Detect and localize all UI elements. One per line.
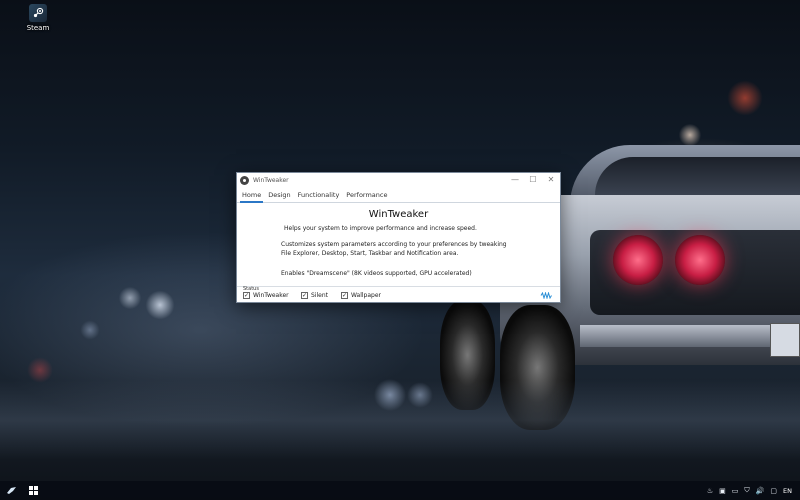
checkbox-silent-label: Silent — [311, 292, 328, 299]
tab-design[interactable]: Design — [265, 191, 293, 202]
checkbox-wintweaker-label: WinTweaker — [253, 292, 289, 299]
wintweaker-window: WinTweaker — ☐ ✕ Home Design Functionali… — [236, 172, 561, 303]
tab-home[interactable]: Home — [239, 191, 264, 203]
description-line-2: File Explorer, Desktop, Start, Taskbar a… — [281, 250, 459, 257]
start-button[interactable] — [22, 481, 44, 500]
wallpaper-mist — [0, 380, 800, 460]
close-button[interactable]: ✕ — [542, 173, 560, 187]
volume-icon[interactable]: 🔊 — [756, 487, 765, 495]
taskbar: ♨ ▣ ▭ ⛉ 🔊 ▢ EN — [0, 481, 800, 500]
bird-icon — [6, 487, 16, 494]
maximize-button[interactable]: ☐ — [524, 173, 542, 187]
tab-bar: Home Design Functionality Performance — [237, 187, 560, 203]
language-indicator[interactable]: EN — [783, 487, 792, 495]
checkbox-silent[interactable]: ✓ Silent — [301, 292, 328, 299]
tray-app-icon[interactable] — [0, 481, 22, 500]
checkbox-wallpaper[interactable]: ✓ Wallpaper — [341, 292, 381, 299]
checkbox-wallpaper-label: Wallpaper — [351, 292, 382, 299]
tab-performance[interactable]: Performance — [343, 191, 390, 202]
checkbox-wallpaper-box[interactable]: ✓ — [341, 292, 348, 299]
home-panel: WinTweaker Helps your system to improve … — [237, 203, 560, 287]
chat-icon[interactable]: ▢ — [770, 487, 777, 495]
steam-icon — [29, 4, 47, 22]
status-bar: Status ✓ WinTweaker ✓ Silent ✓ Wallpaper — [237, 286, 560, 302]
signal-wave-icon — [540, 291, 553, 301]
desktop-icon-steam[interactable]: Steam — [16, 4, 60, 38]
app-heading: WinTweaker — [368, 209, 429, 220]
description-line-1: Customizes system parameters according t… — [281, 241, 507, 248]
system-tray: ♨ ▣ ▭ ⛉ 🔊 ▢ EN — [707, 486, 800, 495]
window-titlebar[interactable]: WinTweaker — ☐ ✕ — [237, 173, 560, 187]
windows-logo-icon — [28, 486, 38, 495]
checkbox-wintweaker[interactable]: ✓ WinTweaker — [243, 292, 289, 299]
dreamscene-feature: Enables "Dreamscene" (8K videos supporte… — [281, 270, 472, 277]
window-title: WinTweaker — [253, 176, 289, 184]
window-controls: — ☐ ✕ — [506, 173, 560, 187]
checkbox-wintweaker-box[interactable]: ✓ — [243, 292, 250, 299]
shield-icon[interactable]: ⛉ — [744, 486, 749, 495]
minimize-button[interactable]: — — [506, 173, 524, 187]
tab-functionality[interactable]: Functionality — [295, 191, 343, 202]
steam-tray-icon[interactable]: ♨ — [707, 487, 713, 495]
network-icon[interactable]: ▣ — [719, 487, 726, 495]
display-icon[interactable]: ▭ — [732, 487, 739, 495]
app-icon — [240, 175, 249, 185]
checkbox-silent-box[interactable]: ✓ — [301, 292, 308, 299]
tagline: Helps your system to improve performance… — [284, 225, 477, 232]
desktop-icon-label: Steam — [26, 24, 50, 32]
